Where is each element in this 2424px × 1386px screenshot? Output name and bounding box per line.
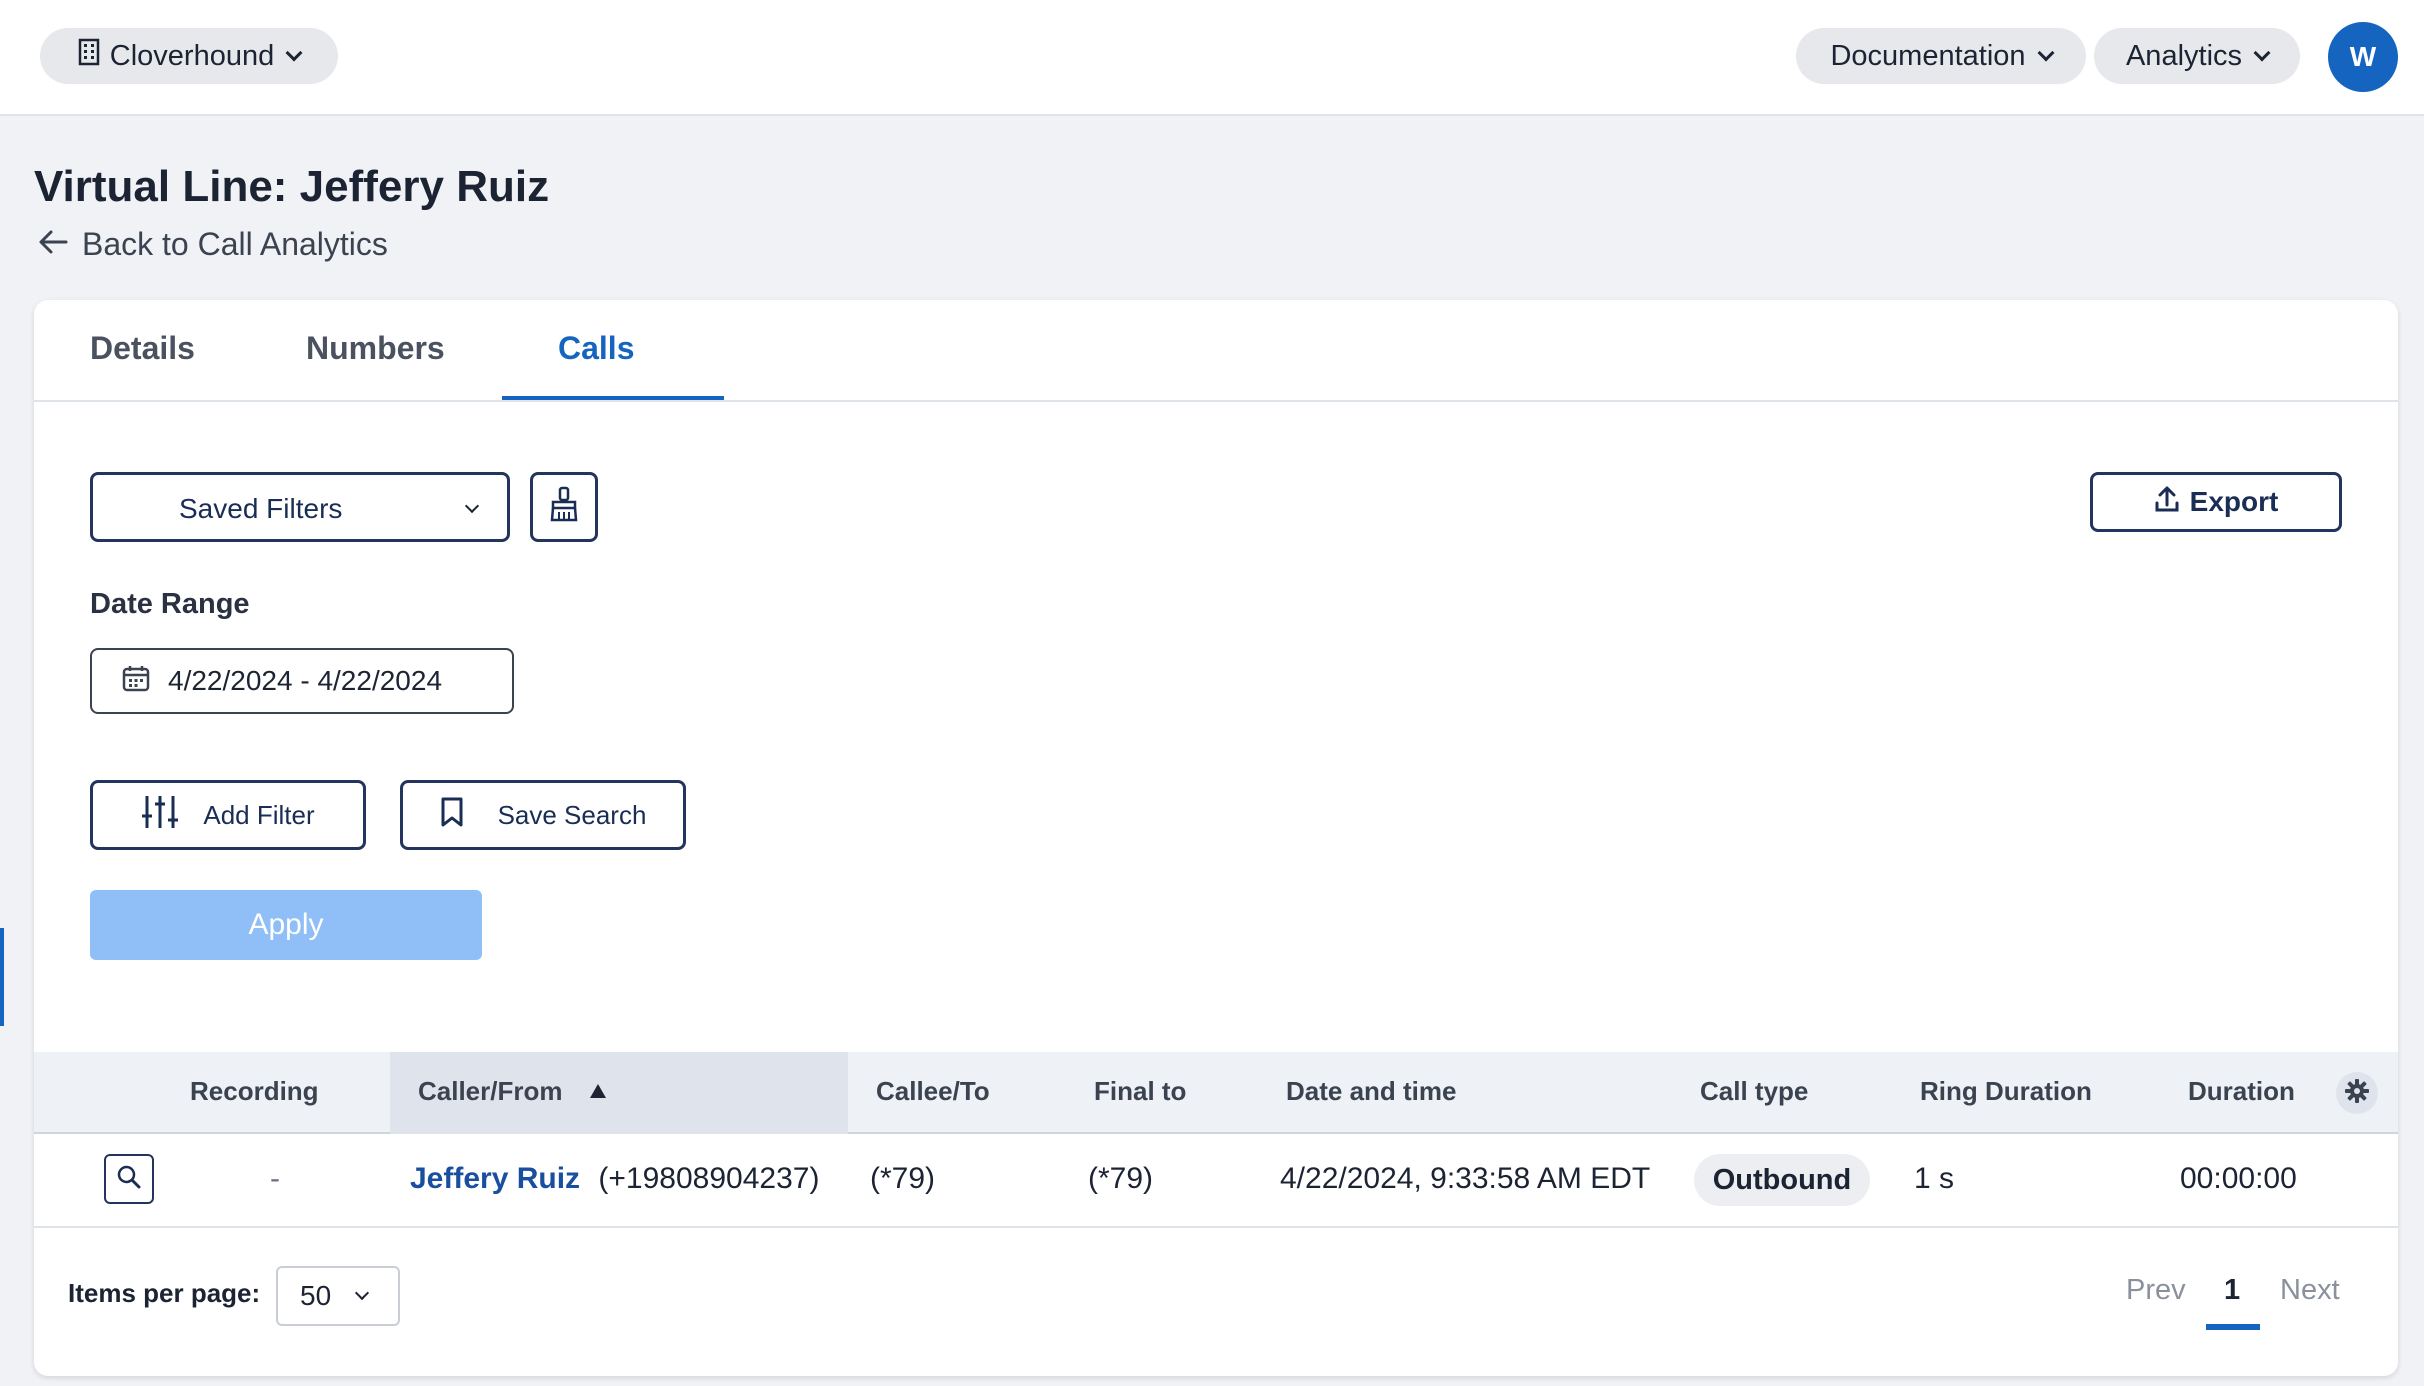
gear-icon — [2344, 1078, 2370, 1109]
column-header-recording[interactable]: Recording — [190, 1076, 319, 1107]
column-header-caller[interactable]: Caller/From — [418, 1076, 563, 1107]
tab-bar: Details Numbers Calls — [34, 300, 2398, 402]
documentation-label: Documentation — [1830, 39, 2026, 72]
date-time-cell: 4/22/2024, 9:33:58 AM EDT — [1280, 1162, 1651, 1195]
duration-cell: 00:00:00 — [2180, 1162, 2297, 1195]
items-per-page-label: Items per page: — [68, 1278, 261, 1308]
column-header-duration[interactable]: Duration — [2188, 1076, 2295, 1107]
tab-calls[interactable]: Calls — [558, 330, 634, 367]
caller-number: (+19808904237) — [598, 1162, 820, 1195]
view-call-button[interactable] — [104, 1154, 154, 1204]
app-root: Cloverhound Documentation Analytics W Vi… — [0, 0, 2424, 1386]
save-search-button[interactable]: Save Search — [400, 780, 686, 850]
arrow-left-icon — [38, 226, 68, 263]
add-filter-label: Add Filter — [203, 799, 315, 830]
chevron-down-icon — [464, 498, 480, 514]
content-card: Details Numbers Calls Saved Filters Expo… — [34, 300, 2398, 1376]
tab-numbers[interactable]: Numbers — [306, 330, 445, 367]
callee-cell: (*79) — [870, 1162, 936, 1195]
caller-link[interactable]: Jeffery Ruiz — [410, 1162, 580, 1195]
org-name: Cloverhound — [109, 39, 275, 72]
saved-filters-label: Saved Filters — [179, 493, 343, 524]
final-to-cell: (*79) — [1088, 1162, 1154, 1195]
page-title: Virtual Line: Jeffery Ruiz — [34, 162, 550, 211]
apply-button[interactable]: Apply — [90, 890, 482, 960]
column-header-call-type[interactable]: Call type — [1700, 1076, 1808, 1107]
recording-cell: - — [270, 1162, 280, 1195]
chevron-down-icon — [285, 44, 303, 62]
table-settings-button[interactable] — [2336, 1072, 2378, 1114]
analytics-label: Analytics — [2125, 39, 2243, 72]
table-header: Recording Caller/From Callee/To Final to… — [34, 1052, 2398, 1134]
user-avatar[interactable]: W — [2328, 22, 2398, 92]
org-switcher[interactable]: Cloverhound — [40, 28, 338, 84]
pagination-next[interactable]: Next — [2280, 1274, 2340, 1307]
left-accent-stripe-lower — [0, 928, 4, 1026]
chevron-down-icon — [2253, 44, 2271, 62]
broom-icon — [549, 486, 579, 529]
analytics-menu[interactable]: Analytics — [2094, 28, 2300, 84]
table-row: - Jeffery Ruiz (+19808904237) (*79) (*79… — [34, 1134, 2398, 1228]
bookmark-icon — [440, 797, 464, 834]
call-type-badge: Outbound — [1694, 1154, 1870, 1206]
column-header-ring-duration[interactable]: Ring Duration — [1920, 1076, 2092, 1107]
chevron-down-icon — [2037, 44, 2055, 62]
sliders-icon — [141, 794, 179, 837]
back-link[interactable]: Back to Call Analytics — [38, 226, 388, 263]
ring-duration-cell: 1 s — [1914, 1162, 1955, 1195]
clear-filters-button[interactable] — [530, 472, 598, 542]
export-button[interactable]: Export — [2090, 472, 2342, 532]
sort-ascending-icon[interactable] — [590, 1084, 606, 1098]
chevron-down-icon — [355, 1285, 370, 1301]
calendar-icon — [122, 664, 150, 699]
pagination-prev[interactable]: Prev — [2126, 1274, 2186, 1307]
add-filter-button[interactable]: Add Filter — [90, 780, 366, 850]
caller-cell: Jeffery Ruiz (+19808904237) — [410, 1162, 819, 1196]
building-icon — [78, 38, 100, 74]
upload-icon — [2154, 485, 2180, 520]
pagination-page-1[interactable]: 1 — [2224, 1274, 2240, 1307]
date-range-value: 4/22/2024 - 4/22/2024 — [168, 665, 443, 696]
column-header-final-to[interactable]: Final to — [1094, 1076, 1186, 1107]
export-label: Export — [2189, 486, 2279, 517]
saved-filters-dropdown[interactable]: Saved Filters — [90, 472, 510, 542]
date-range-input[interactable]: 4/22/2024 - 4/22/2024 — [90, 648, 514, 714]
column-header-date-time[interactable]: Date and time — [1286, 1076, 1457, 1107]
current-page-indicator — [2206, 1324, 2260, 1330]
search-icon — [116, 1164, 142, 1195]
items-per-page-value: 50 — [300, 1280, 332, 1311]
date-range-label: Date Range — [90, 588, 250, 620]
top-bar: Cloverhound Documentation Analytics W — [0, 0, 2424, 116]
items-per-page-select[interactable]: 50 — [276, 1266, 400, 1326]
tab-details[interactable]: Details — [90, 330, 195, 367]
active-tab-indicator — [502, 396, 724, 400]
save-search-label: Save Search — [497, 799, 647, 830]
documentation-menu[interactable]: Documentation — [1796, 28, 2086, 84]
back-link-label: Back to Call Analytics — [82, 226, 388, 262]
column-header-callee[interactable]: Callee/To — [876, 1076, 990, 1107]
